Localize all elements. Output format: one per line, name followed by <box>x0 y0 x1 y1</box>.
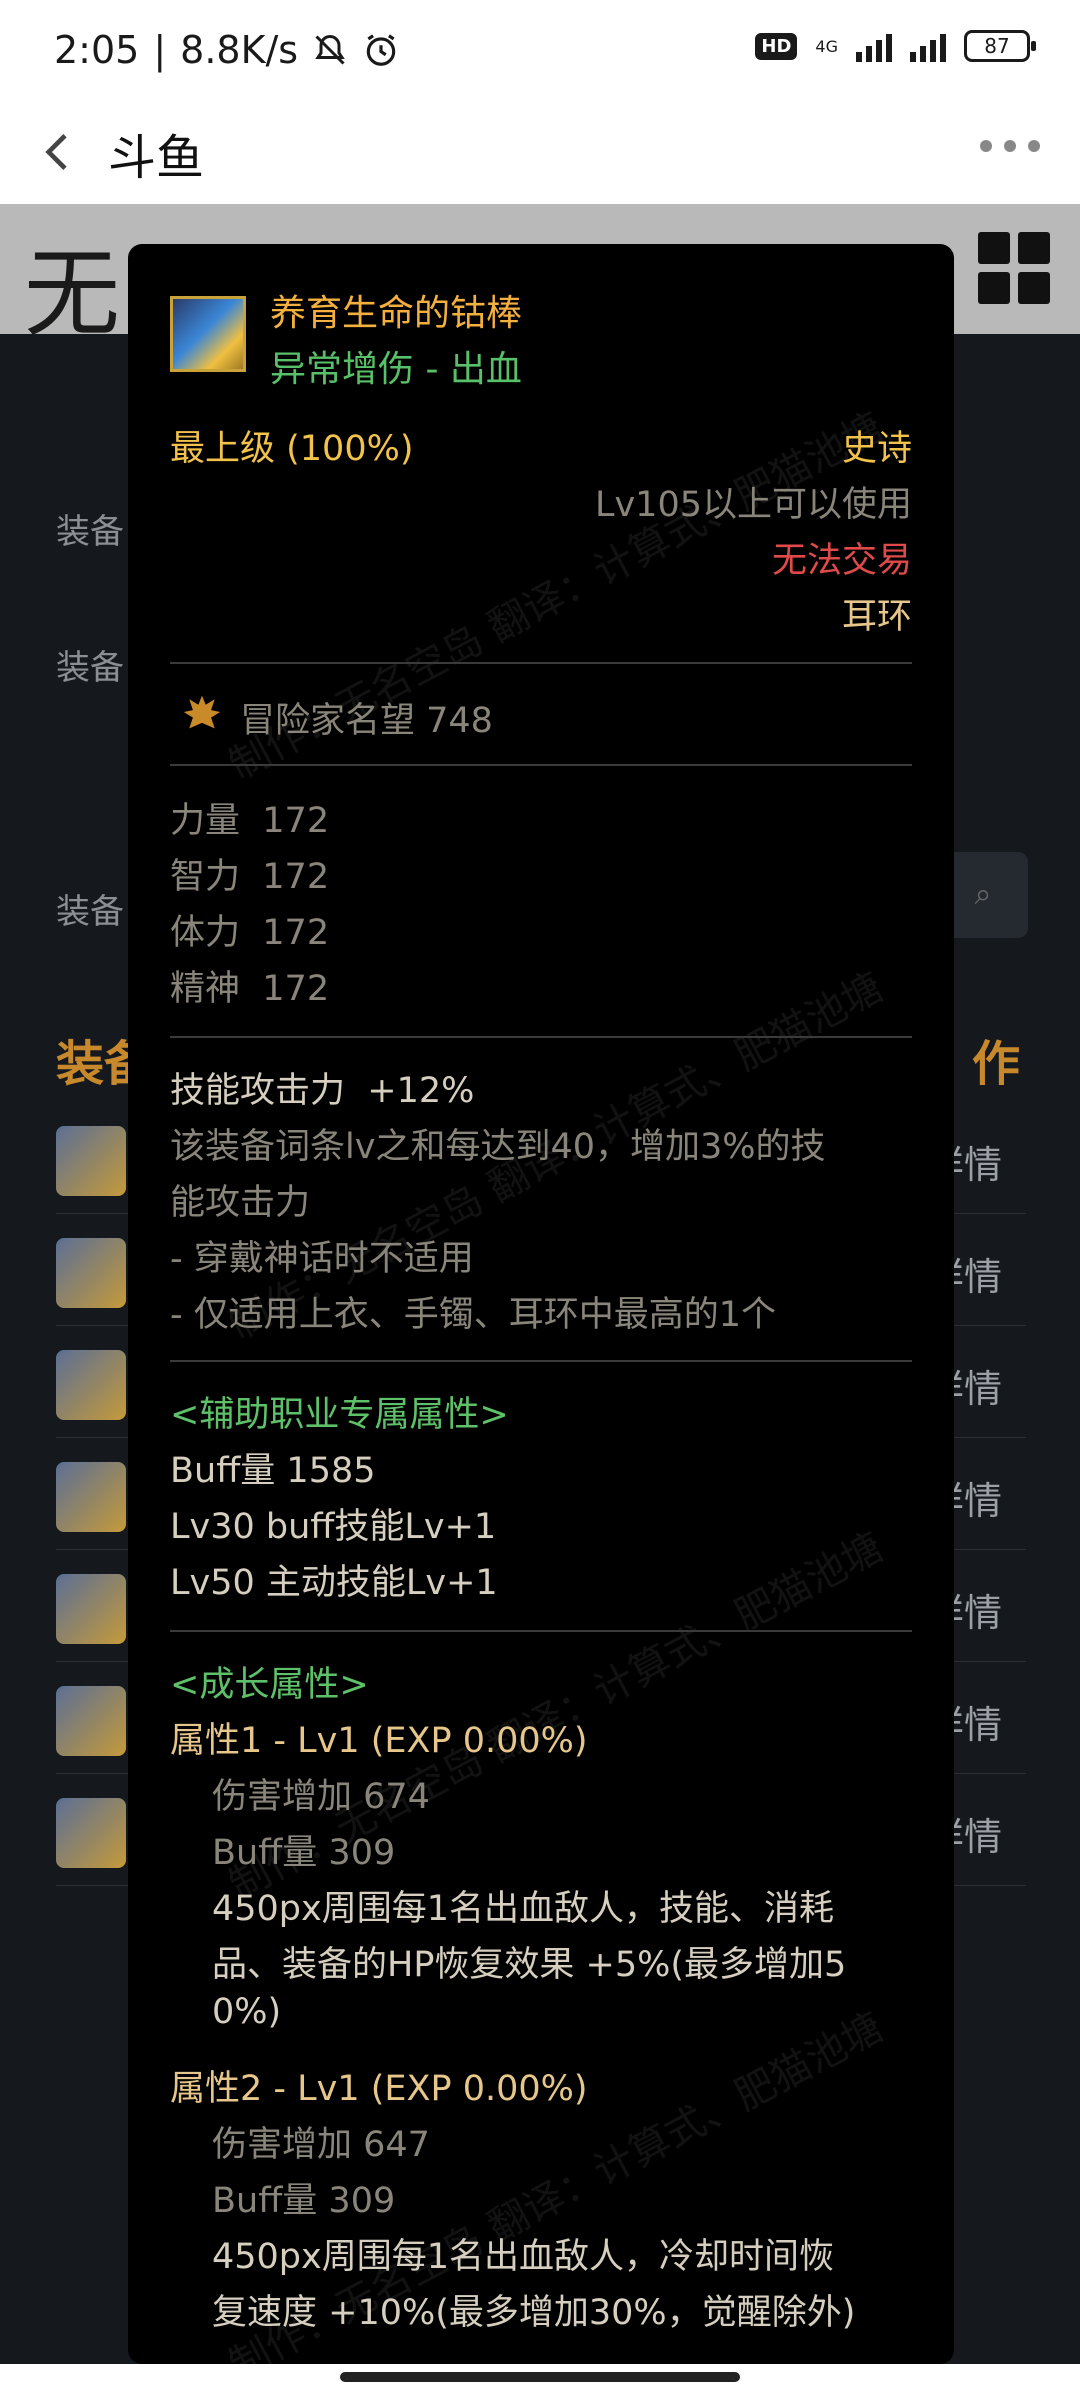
equip-label-1: 装备 <box>56 512 124 552</box>
equip-label-2: 装备 <box>56 648 124 688</box>
skill-desc-line: 该装备词条lv之和每达到40，增加3%的技 <box>170 1127 826 1167</box>
stat-vit: 体力 172 <box>170 913 330 953</box>
support-line: Lv30 buff技能Lv+1 <box>170 1507 497 1547</box>
attr2-buff: Buff量 309 <box>212 2181 396 2221</box>
attr2-title: 属性2 - Lv1 (EXP 0.00%) <box>170 2069 588 2109</box>
divider <box>170 1360 912 1362</box>
signal-icon-2 <box>910 30 946 62</box>
stat-int: 智力 172 <box>170 857 330 897</box>
mute-bell-icon <box>315 34 345 65</box>
growth-header: <成长属性> <box>170 1665 369 1705</box>
app-title-bar: 斗鱼 <box>0 100 1080 204</box>
item-name: 养育生命的钴棒 <box>270 293 523 334</box>
divider <box>170 662 912 664</box>
hd-badge: HD <box>755 32 798 60</box>
network-type: 4G <box>815 36 838 56</box>
menu-grid-icon[interactable] <box>978 232 1050 304</box>
skill-desc-line: - 仅适用上衣、手镯、耳环中最高的1个 <box>170 1295 777 1335</box>
fame-icon <box>183 695 221 729</box>
attr1-title: 属性1 - Lv1 (EXP 0.00%) <box>170 1721 588 1761</box>
attr1-desc: 品、装备的HP恢复效果 +5%(最多增加5 <box>212 1945 847 1985</box>
status-bar: 2:05 | 8.8K/s HD 4G 87 <box>0 0 1080 100</box>
item-subtitle: 异常增伤 - 出血 <box>270 349 522 390</box>
attr2-desc: 450px周围每1名出血敌人，冷却时间恢 <box>212 2237 835 2277</box>
attr1-buff: Buff量 309 <box>212 1833 396 1873</box>
status-speed: 8.8K/s <box>180 28 299 72</box>
skill-attack: 技能攻击力 +12% <box>170 1071 475 1111</box>
divider <box>170 764 912 766</box>
item-rarity: 史诗 <box>841 429 912 469</box>
skill-desc-line: - 穿戴神话时不适用 <box>170 1239 474 1279</box>
attr1-damage: 伤害增加 674 <box>212 1777 430 1817</box>
home-indicator[interactable] <box>340 2372 740 2382</box>
attr1-desc: 0%) <box>212 1992 282 2032</box>
back-arrow-icon[interactable] <box>30 124 86 180</box>
divider <box>170 1036 912 1038</box>
page-title: 斗鱼 <box>108 130 205 186</box>
level-requirement: Lv105以上可以使用 <box>594 485 912 525</box>
stat-spr: 精神 172 <box>170 969 330 1009</box>
skill-desc-line: 能攻击力 <box>170 1183 311 1223</box>
more-options-icon[interactable] <box>980 140 1040 152</box>
trade-status: 无法交易 <box>771 541 912 581</box>
attr2-damage: 伤害增加 647 <box>212 2125 430 2165</box>
status-time: 2:05 <box>54 28 140 72</box>
attr1-desc: 450px周围每1名出血敌人，技能、消耗 <box>212 1889 835 1929</box>
support-line: Lv50 主动技能Lv+1 <box>170 1563 498 1603</box>
status-divider: | <box>153 28 167 72</box>
alarm-icon <box>366 34 396 66</box>
item-icon <box>170 296 246 372</box>
adventurer-fame: 冒险家名望 748 <box>240 701 493 741</box>
item-slot: 耳环 <box>841 597 912 637</box>
equip-label-3: 装备 <box>56 892 124 932</box>
section-right-title: 作 <box>971 1036 1020 1092</box>
stat-str: 力量 172 <box>170 801 330 841</box>
item-grade: 最上级 (100%) <box>170 429 414 469</box>
attr2-desc: 复速度 +10%(最多增加30%，觉醒除外) <box>212 2293 856 2333</box>
signal-icon <box>856 30 892 62</box>
item-tooltip: 制作：无名空岛 翻译：计算式、肥猫池塘 制作：无名空岛 翻译：计算式、肥猫池塘 … <box>128 244 954 2364</box>
support-header: <辅助职业专属属性> <box>170 1395 509 1435</box>
battery-icon: 87 <box>964 30 1036 62</box>
divider <box>170 1630 912 1632</box>
support-line: Buff量 1585 <box>170 1451 376 1491</box>
